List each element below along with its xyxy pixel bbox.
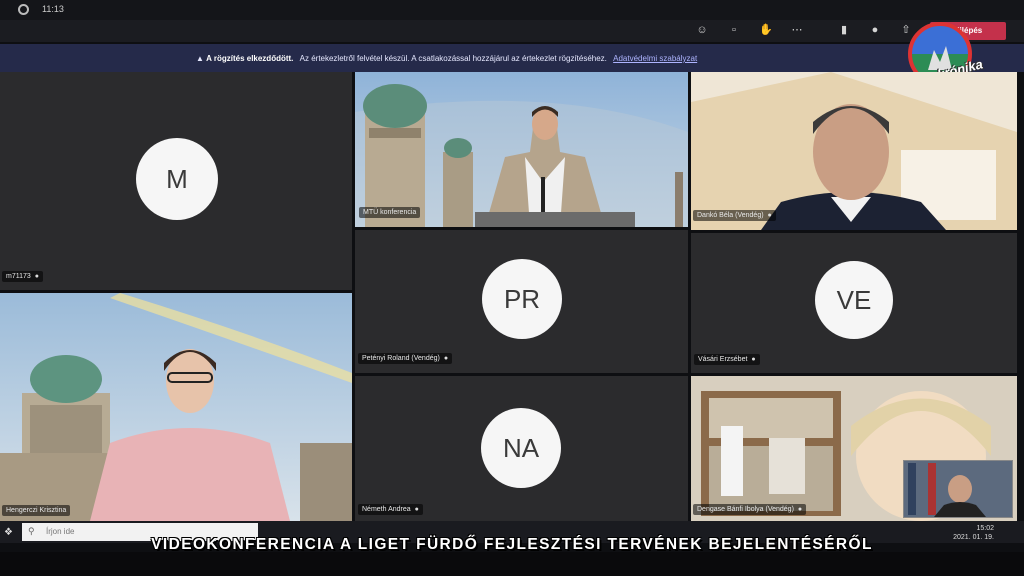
participant-name: Hengerczi Krisztina xyxy=(2,505,71,516)
video-feed-hegyeczi xyxy=(0,293,352,521)
system-topbar: 11:13 xyxy=(0,0,1024,20)
participant-tile-mtu[interactable]: MTÜ konferencia xyxy=(355,72,688,227)
participant-name: Petényi Roland (Vendég) ● xyxy=(358,353,453,364)
mic-icon: ● xyxy=(443,355,449,362)
mic-icon: ● xyxy=(767,212,772,219)
chat-icon[interactable]: ▫ xyxy=(726,22,742,38)
avatar-ve: VE xyxy=(815,261,893,339)
participant-tile-na[interactable]: NA Németh Andrea ● xyxy=(355,376,688,521)
recording-banner: ▲ A rögzítés elkezdődött. Az értekezletr… xyxy=(0,44,1024,72)
participant-name: Dankó Béla (Vendég) ● xyxy=(693,210,776,221)
mic-icon: ● xyxy=(797,506,803,513)
mic-icon: ● xyxy=(751,356,756,363)
banner-title: A rögzítés elkezdődött. xyxy=(206,54,294,63)
people-icon[interactable]: ☺ xyxy=(694,22,710,38)
mic-icon: ● xyxy=(34,273,40,280)
participant-name: Németh Andrea ● xyxy=(358,504,423,515)
record-icon xyxy=(18,4,29,15)
avatar-na: NA xyxy=(481,408,561,488)
video-caption: VIDEOKONFERENCIA A LIGET FÜRDŐ FEJLESZTÉ… xyxy=(151,536,873,553)
avatar-pr: PR xyxy=(482,259,562,339)
participant-tile-m[interactable]: M m71173 ● xyxy=(0,72,352,290)
participant-name: Dengase Bánfi Ibolya (Vendég) ● xyxy=(693,504,807,515)
video-feed-mtu xyxy=(355,72,688,227)
raise-hand-icon[interactable]: ✋ xyxy=(758,22,774,38)
system-time: 11:13 xyxy=(42,4,64,14)
caption-bar xyxy=(0,552,1024,576)
participant-tile-pr[interactable]: PR Petényi Roland (Vendég) ● xyxy=(355,230,688,373)
participant-name: Vásári Erzsébet ● xyxy=(694,354,760,365)
clock-time: 15:02 xyxy=(976,525,994,532)
participant-name: m71173 ● xyxy=(2,271,44,282)
participant-name: MTÜ konferencia xyxy=(359,207,421,218)
banner-message: Az értekezletről felvétel készül. A csat… xyxy=(299,54,607,63)
more-options-icon[interactable]: ⋯ xyxy=(789,22,805,38)
microphone-icon[interactable]: ● xyxy=(867,22,883,38)
self-view[interactable] xyxy=(903,460,1013,518)
participant-tile-danko[interactable]: Dankó Béla (Vendég) ● xyxy=(691,72,1017,230)
camera-icon[interactable]: ▮ xyxy=(836,22,852,38)
video-feed-danko xyxy=(691,72,1017,230)
avatar-m: M xyxy=(136,138,218,220)
participant-tile-dengase[interactable]: Dengase Bánfi Ibolya (Vendég) ● xyxy=(691,376,1017,521)
participant-tile-ve[interactable]: VE Vásári Erzsébet ● xyxy=(691,233,1017,373)
privacy-link[interactable]: Adatvédelmi szabályzat xyxy=(613,54,697,63)
participant-tile-hegyeczi[interactable]: Hengerczi Krisztina xyxy=(0,293,352,521)
mic-icon: ● xyxy=(414,506,419,513)
warning-icon: ▲ xyxy=(196,54,207,63)
